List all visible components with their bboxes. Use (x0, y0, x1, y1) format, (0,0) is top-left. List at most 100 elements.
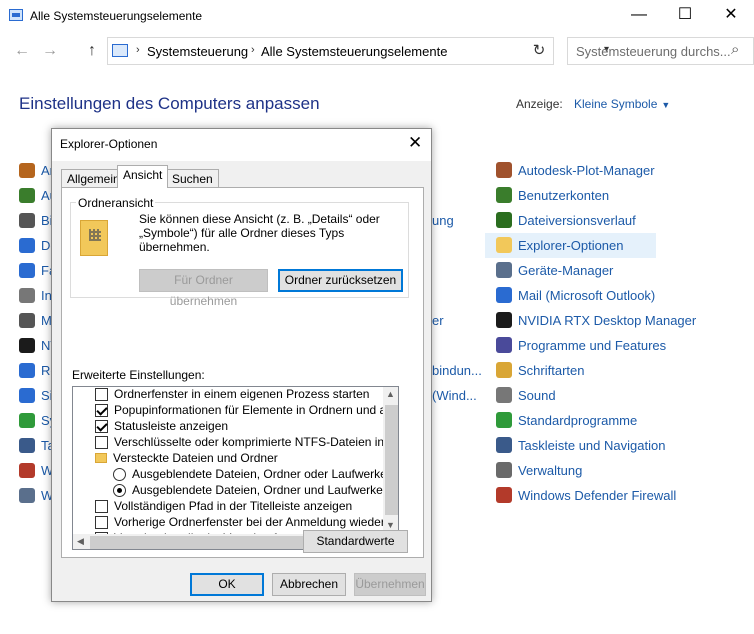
breadcrumb-all-items[interactable]: Alle Systemsteuerungselemente (261, 44, 447, 59)
control-panel-item-icon (496, 262, 512, 278)
advanced-settings-list[interactable]: Ordnerfenster in einem eigenen Prozess s… (72, 386, 399, 550)
control-panel-item-icon (496, 437, 512, 453)
search-icon[interactable]: ⌕ (731, 41, 739, 58)
tab-suchen[interactable]: Suchen (166, 169, 219, 187)
setting-row[interactable]: Versteckte Dateien und Ordner (95, 450, 278, 466)
reset-folders-button[interactable]: Ordner zurücksetzen (278, 269, 403, 292)
control-panel-item-label: Dateiversionsverlauf (518, 212, 636, 228)
checkbox[interactable] (95, 499, 108, 513)
setting-row[interactable]: Vollständigen Pfad in der Titelleiste an… (95, 498, 352, 514)
view-value: Kleine Symbole (574, 97, 658, 111)
setting-row[interactable]: Ausgeblendete Dateien, Ordner oder Laufw… (113, 466, 398, 482)
control-panel-item[interactable]: Standardprogramme (496, 409, 637, 431)
setting-row[interactable]: Verschlüsselte oder komprimierte NTFS-Da… (95, 434, 399, 450)
control-panel-item[interactable]: Explorer-Optionen (496, 234, 624, 256)
setting-label: Verschlüsselte oder komprimierte NTFS-Da… (114, 435, 399, 449)
control-panel-item[interactable]: Schriftarten (496, 359, 584, 381)
vertical-scrollbar[interactable]: ▲ ▼ (383, 387, 398, 549)
control-panel-item-label: Taskleiste und Navigation (518, 437, 666, 453)
control-panel-item[interactable]: Sound (496, 384, 556, 406)
setting-row[interactable]: Ordnerfenster in einem eigenen Prozess s… (95, 387, 370, 402)
ok-button[interactable]: OK (190, 573, 264, 596)
checkbox[interactable] (95, 435, 108, 449)
control-panel-item[interactable]: Verwaltung (496, 459, 582, 481)
forward-button[interactable]: → (42, 42, 58, 60)
address-bar[interactable]: › Systemsteuerung › Alle Systemsteuerung… (107, 37, 609, 65)
scroll-left-icon[interactable]: ◀ (77, 536, 84, 547)
search-box[interactable]: Systemsteuerung durchs... ⌕ (567, 37, 754, 65)
control-panel-item[interactable]: Taskleiste und Navigation (496, 434, 665, 456)
control-panel-item[interactable]: Autodesk-Plot-Manager (496, 159, 655, 181)
control-panel-item[interactable]: Programme und Features (496, 334, 666, 356)
setting-row[interactable]: Vorherige Ordnerfenster bei der Anmeldun… (95, 514, 398, 530)
control-panel-item-icon (19, 262, 35, 278)
control-panel-item-icon (19, 437, 35, 453)
control-panel-item[interactable]: Dateiversionsverlauf (496, 209, 636, 231)
control-panel-item-label: Standardprogramme (518, 412, 638, 428)
up-button[interactable]: ↑ (88, 42, 96, 60)
setting-label: Versteckte Dateien und Ordner (113, 451, 278, 465)
chevron-down-icon: ▼ (661, 100, 671, 110)
explorer-options-dialog: Explorer-Optionen ✕ Allgemein Ansicht Su… (51, 128, 432, 602)
control-panel-item-label: Geräte-Manager (518, 262, 614, 278)
maximize-button[interactable]: ☐ (662, 0, 708, 32)
checkbox[interactable] (95, 419, 108, 433)
control-panel-item[interactable]: Geräte-Manager (496, 259, 613, 281)
control-panel-item[interactable]: Ta (19, 434, 55, 456)
checkbox[interactable] (95, 387, 108, 401)
control-panel-item[interactable]: NVIDIA RTX Desktop Manager (496, 309, 696, 331)
control-panel-item-icon (19, 237, 35, 253)
refresh-button[interactable]: ↻ (525, 37, 554, 65)
control-panel-item-icon (496, 287, 512, 303)
scroll-down-icon[interactable]: ▼ (386, 520, 395, 530)
minimize-button[interactable]: — (616, 0, 662, 32)
view-selector[interactable]: Kleine Symbole ▼ (574, 97, 670, 111)
tab-ansicht[interactable]: Ansicht (117, 165, 169, 188)
control-panel-item-icon (19, 212, 35, 228)
restore-defaults-button[interactable]: Standardwerte (303, 530, 408, 553)
search-input[interactable]: Systemsteuerung durchs... (576, 44, 731, 59)
control-panel-item[interactable]: Mail (Microsoft Outlook) (496, 284, 655, 306)
back-button[interactable]: ← (14, 42, 30, 60)
setting-row[interactable]: Statusleiste anzeigen (95, 418, 228, 434)
control-panel-item[interactable]: Windows Defender Firewall (496, 484, 676, 506)
tab-allgemein[interactable]: Allgemein (61, 169, 126, 187)
control-panel-item-label[interactable]: (Wind... (432, 384, 477, 406)
control-panel-item[interactable]: Ar (19, 159, 54, 181)
control-panel-item[interactable]: Benutzerkonten (496, 184, 609, 206)
control-panel-item-icon (19, 462, 35, 478)
control-panel-item-icon (496, 187, 512, 203)
breadcrumb-systemsteuerung[interactable]: Systemsteuerung (147, 44, 248, 59)
control-panel-item-icon (19, 162, 35, 178)
setting-label: Ausgeblendete Dateien, Ordner und Laufwe… (132, 483, 399, 497)
radio-button[interactable] (113, 467, 126, 481)
checkbox[interactable] (95, 515, 108, 529)
control-panel-item[interactable]: Mi (19, 309, 55, 331)
control-panel-item-icon (19, 337, 35, 353)
radio-button[interactable] (113, 483, 126, 497)
apply-to-folders-button[interactable]: Für Ordner übernehmen (139, 269, 268, 308)
setting-row[interactable]: Ausgeblendete Dateien, Ordner und Laufwe… (113, 482, 399, 498)
control-panel-item-icon (496, 412, 512, 428)
scroll-up-icon[interactable]: ▲ (386, 389, 395, 399)
setting-label: Statusleiste anzeigen (114, 419, 229, 433)
control-panel-item-label[interactable]: bindun... (432, 359, 482, 381)
control-panel-item-icon (496, 237, 512, 253)
apply-button[interactable]: Übernehmen (354, 573, 426, 596)
control-panel-item-icon (496, 312, 512, 328)
control-panel-item-label[interactable]: ung (432, 209, 454, 231)
control-panel-item-label[interactable]: er (432, 309, 444, 331)
control-panel-item-label: Explorer-Optionen (518, 237, 624, 253)
checkbox[interactable] (95, 403, 108, 417)
setting-label: Ordnerfenster in einem eigenen Prozess s… (114, 387, 370, 401)
control-panel-item-label: Programme und Features (518, 337, 667, 353)
setting-row[interactable]: Popupinformationen für Elemente in Ordne… (95, 402, 398, 418)
setting-label: Vollständigen Pfad in der Titelleiste an… (114, 499, 353, 513)
dialog-close-button[interactable]: ✕ (408, 133, 422, 153)
cancel-button[interactable]: Abbrechen (272, 573, 346, 596)
control-panel-item-icon (496, 162, 512, 178)
control-panel-item-icon (19, 187, 35, 203)
scrollbar-thumb[interactable] (385, 405, 398, 515)
control-panel-item-icon (496, 462, 512, 478)
close-button[interactable]: ✕ (708, 0, 754, 32)
